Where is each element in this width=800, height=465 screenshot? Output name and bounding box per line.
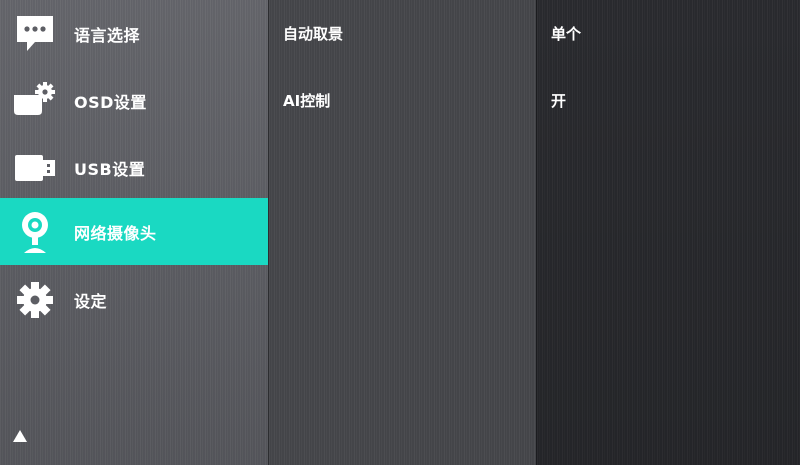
value-auto-framing[interactable]: 单个 (537, 0, 800, 67)
main-menu: 语言选择 OSD设置 USB设置 网络摄像头 设定 (0, 0, 268, 465)
value-label: 单个 (551, 25, 582, 43)
display-gear-icon (12, 78, 58, 124)
options-panel: 自动取景 AI控制 (268, 0, 536, 465)
menu-item-label: USB设置 (74, 159, 146, 179)
menu-item-label: 设定 (74, 291, 108, 311)
values-panel: 单个 开 (536, 0, 800, 465)
value-label: 开 (551, 92, 567, 110)
option-label: 自动取景 (283, 25, 344, 43)
option-ai-control[interactable]: AI控制 (269, 67, 536, 134)
menu-item-webcam[interactable]: 网络摄像头 (0, 198, 268, 265)
speech-bubble-icon (12, 11, 58, 57)
option-auto-framing[interactable]: 自动取景 (269, 0, 536, 67)
value-ai-control[interactable]: 开 (537, 67, 800, 134)
menu-item-settings[interactable]: 设定 (0, 266, 268, 333)
menu-item-osd[interactable]: OSD设置 (0, 67, 268, 134)
menu-item-language[interactable]: 语言选择 (0, 0, 268, 67)
webcam-icon (12, 209, 58, 255)
menu-item-label: OSD设置 (74, 92, 147, 112)
menu-item-usb[interactable]: USB设置 (0, 134, 268, 201)
menu-item-label: 语言选择 (74, 25, 141, 45)
option-label: AI控制 (283, 92, 331, 110)
usb-drive-icon (12, 145, 58, 191)
gear-icon (12, 277, 58, 323)
triangle-up-icon[interactable] (12, 428, 28, 442)
menu-item-label: 网络摄像头 (74, 223, 157, 243)
settings-screen: 语言选择 OSD设置 USB设置 网络摄像头 设定 自动取景 AI控制 单个 开 (0, 0, 800, 465)
